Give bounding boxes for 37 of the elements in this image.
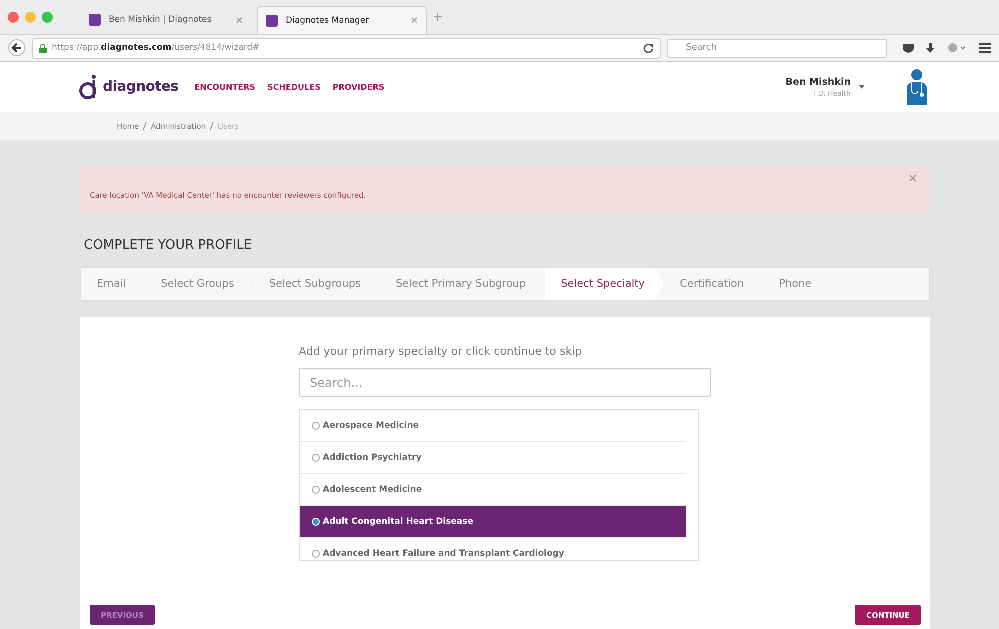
pocket-icon[interactable]	[903, 43, 914, 53]
nav-link[interactable]: PROVIDERS	[332, 82, 385, 92]
menu-icon[interactable]	[979, 43, 991, 53]
wizard-step[interactable]: Phone	[763, 268, 831, 300]
caret-icon[interactable]	[859, 85, 865, 89]
specialty-option[interactable]: Adult Congenital Heart Disease	[300, 506, 686, 538]
separator-icon	[210, 122, 214, 130]
logo-text: diagnotes	[103, 79, 179, 95]
browser-tab[interactable]: Ben Mishkin | Diagnotes	[81, 6, 251, 34]
browser-tab[interactable]: Diagnotes Manager	[257, 6, 427, 34]
window-control-icon[interactable]	[8, 12, 19, 22]
back-icon[interactable]	[8, 39, 26, 57]
wizard-step[interactable]: Select Groups	[145, 268, 254, 300]
user-name[interactable]: Ben Mishkin	[786, 76, 851, 88]
reload-icon[interactable]	[643, 42, 654, 54]
address-bar[interactable]: https://app.diagnotes.com/users/4814/wizard#	[32, 38, 661, 58]
wizard-step[interactable]: Select Subgroups	[253, 268, 380, 300]
lock-icon	[39, 44, 47, 52]
specialty-option[interactable]: Aerospace Medicine	[300, 410, 686, 442]
download-icon[interactable]	[926, 42, 935, 54]
close-tab-icon[interactable]	[411, 17, 418, 24]
nav-link[interactable]: SCHEDULES	[268, 82, 321, 92]
specialty-option[interactable]: Advanced Heart Failure and Transplant Cardiology	[300, 538, 686, 560]
favicon-icon	[266, 14, 278, 26]
specialty-option[interactable]: Addiction Psychiatry	[300, 442, 686, 474]
page-heading: COMPLETE YOUR PROFILE	[84, 238, 254, 253]
favicon-icon	[89, 14, 101, 26]
wizard-step[interactable]: Email	[81, 268, 146, 300]
browser-search-field[interactable]: Search	[667, 38, 887, 58]
wizard-step[interactable]: Select Specialty	[545, 268, 664, 300]
separator-icon	[143, 122, 148, 130]
prompt-text: Add your primary specialty or click continue to skip	[299, 345, 584, 358]
nav-link[interactable]: ENCOUNTERS	[194, 82, 256, 92]
globe-icon[interactable]	[947, 43, 967, 53]
doctor-avatar-icon[interactable]	[905, 69, 929, 105]
search-field[interactable]: Search...	[299, 368, 711, 397]
wizard-step[interactable]: Certification	[664, 268, 764, 300]
